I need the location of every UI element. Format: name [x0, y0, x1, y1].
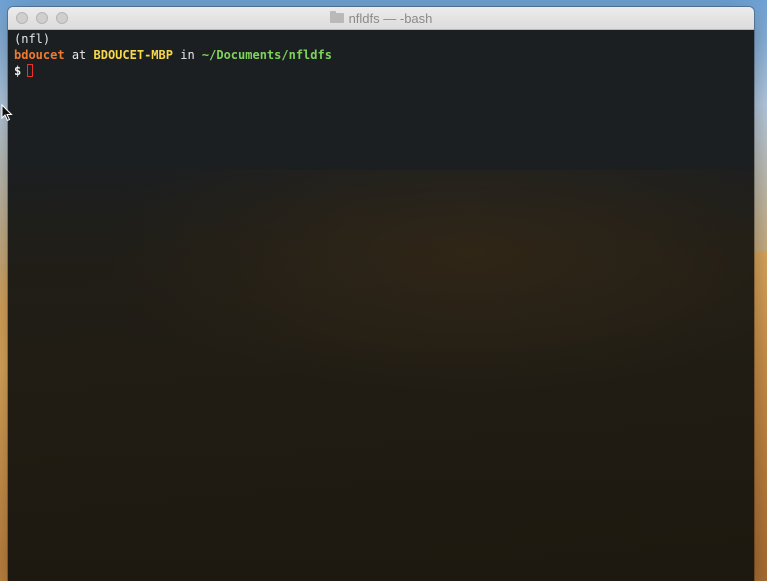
env-line: (nfl)	[14, 31, 748, 47]
window-title: nfldfs — -bash	[8, 7, 754, 29]
text-cursor	[27, 64, 34, 77]
prompt-host: BDOUCET-MBP	[93, 48, 173, 62]
prompt-path: ~/Documents/nfldfs	[201, 48, 332, 62]
mouse-pointer-icon	[1, 104, 13, 122]
terminal-background	[8, 170, 754, 581]
terminal-content[interactable]: (nfl) bdoucet at BDOUCET-MBP in ~/Docume…	[8, 30, 754, 581]
terminal-window[interactable]: nfldfs — -bash (nfl) bdoucet at BDOUCET-…	[8, 7, 754, 581]
title-bar[interactable]: nfldfs — -bash	[8, 7, 754, 30]
prompt-in: in	[180, 48, 195, 62]
virtualenv-name: (nfl)	[14, 32, 51, 46]
folder-icon	[329, 11, 344, 23]
prompt-dollar: $	[14, 64, 22, 78]
prompt-line: bdoucet at BDOUCET-MBP in ~/Documents/nf…	[14, 47, 748, 63]
window-title-text: nfldfs — -bash	[348, 10, 433, 26]
prompt-user: bdoucet	[14, 48, 65, 62]
input-line[interactable]: $	[14, 63, 748, 79]
prompt-at: at	[71, 48, 87, 62]
